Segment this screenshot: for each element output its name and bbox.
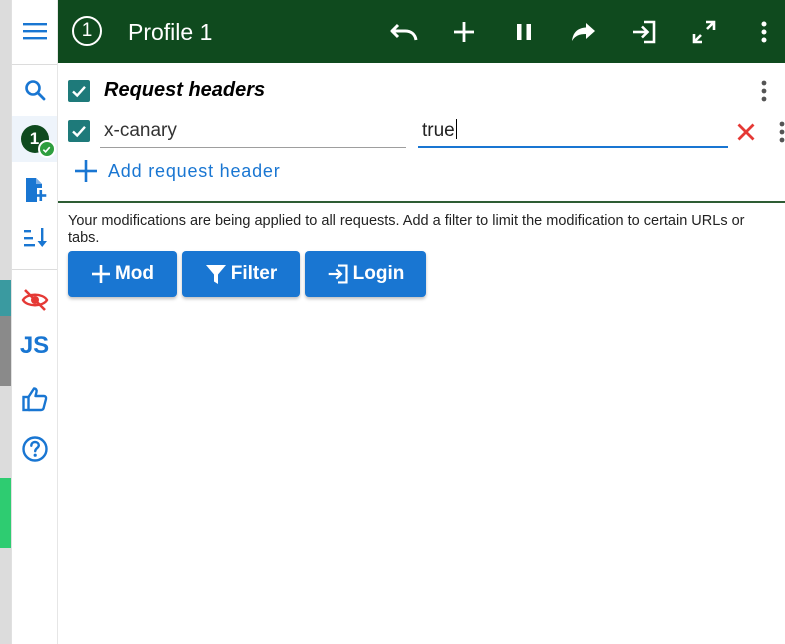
login-icon: [633, 20, 656, 44]
rate-button[interactable]: [12, 380, 57, 418]
profile-badge: 1: [20, 125, 56, 158]
filter-icon: [205, 265, 226, 284]
add-mod-label: Mod: [114, 263, 155, 284]
login-icon: [328, 264, 348, 284]
share-button[interactable]: [570, 18, 598, 46]
more-vert-icon: [779, 121, 785, 143]
add-mod-button[interactable]: Mod: [68, 251, 177, 297]
javascript-button[interactable]: JS: [12, 328, 57, 364]
share-forward-icon: [572, 23, 595, 41]
sort-button[interactable]: [12, 220, 57, 256]
add-login-button[interactable]: Login: [305, 251, 426, 297]
menu-button[interactable]: [12, 12, 57, 50]
hide-button[interactable]: [12, 282, 57, 318]
js-icon: JS: [19, 332, 50, 359]
search-icon: [24, 80, 45, 101]
search-button[interactable]: [12, 72, 57, 108]
add-filter-button[interactable]: Filter: [182, 251, 300, 297]
plus-icon: [91, 265, 110, 283]
header-value-input[interactable]: true: [418, 116, 728, 148]
add-request-header-button[interactable]: Add request header: [74, 159, 281, 183]
help-icon: [21, 436, 48, 462]
more-vert-icon: [761, 80, 767, 102]
fullscreen-icon: [692, 20, 716, 44]
main-content: Request headers x-canary true Add reques…: [58, 63, 785, 644]
add-request-header-label: Add request header: [108, 160, 281, 181]
header-row-menu-button[interactable]: [772, 118, 785, 146]
sort-icon: [23, 228, 47, 247]
close-icon: [737, 123, 755, 141]
pause-button[interactable]: [510, 18, 538, 46]
add-login-label: Login: [352, 263, 405, 284]
extension-popup: 1 JS 1 Profile 1 Request headers x-canar…: [11, 0, 785, 644]
hamburger-menu-icon: [22, 23, 47, 40]
plus-icon: [75, 160, 97, 182]
header-name-input[interactable]: x-canary: [100, 116, 406, 148]
thumbs-up-icon: [21, 387, 47, 412]
add-filter-label: Filter: [230, 263, 278, 284]
checkmark-icon: [72, 125, 86, 138]
section-title: Request headers: [104, 79, 266, 101]
fullscreen-button[interactable]: [690, 18, 718, 46]
more-menu-button[interactable]: [750, 18, 778, 46]
profile-name[interactable]: Profile 1: [128, 18, 212, 46]
help-button[interactable]: [12, 430, 57, 468]
info-message: Your modifications are being applied to …: [68, 213, 745, 246]
profile-header: 1 Profile 1: [58, 0, 785, 63]
text-cursor: [455, 119, 457, 139]
checkmark-icon: [72, 85, 86, 98]
delete-header-button[interactable]: [734, 120, 758, 144]
section-enabled-checkbox[interactable]: [68, 80, 90, 102]
profile-1-button[interactable]: 1: [12, 116, 57, 162]
add-file-icon: [25, 178, 46, 202]
icon-rail: 1 JS: [12, 0, 58, 644]
section-menu-button[interactable]: [754, 77, 774, 105]
more-vert-icon: [761, 21, 767, 43]
undo-icon: [390, 23, 418, 41]
add-profile-button[interactable]: [12, 170, 57, 210]
eye-off-icon: [21, 289, 48, 311]
undo-button[interactable]: [390, 18, 418, 46]
pause-icon: [517, 24, 531, 40]
plus-icon: [454, 22, 474, 42]
section-divider: [58, 201, 785, 203]
add-button[interactable]: [450, 18, 478, 46]
header-enabled-checkbox[interactable]: [68, 120, 90, 142]
active-check-icon: [37, 140, 56, 158]
login-button[interactable]: [630, 18, 658, 46]
profile-number-badge: 1: [72, 16, 102, 46]
